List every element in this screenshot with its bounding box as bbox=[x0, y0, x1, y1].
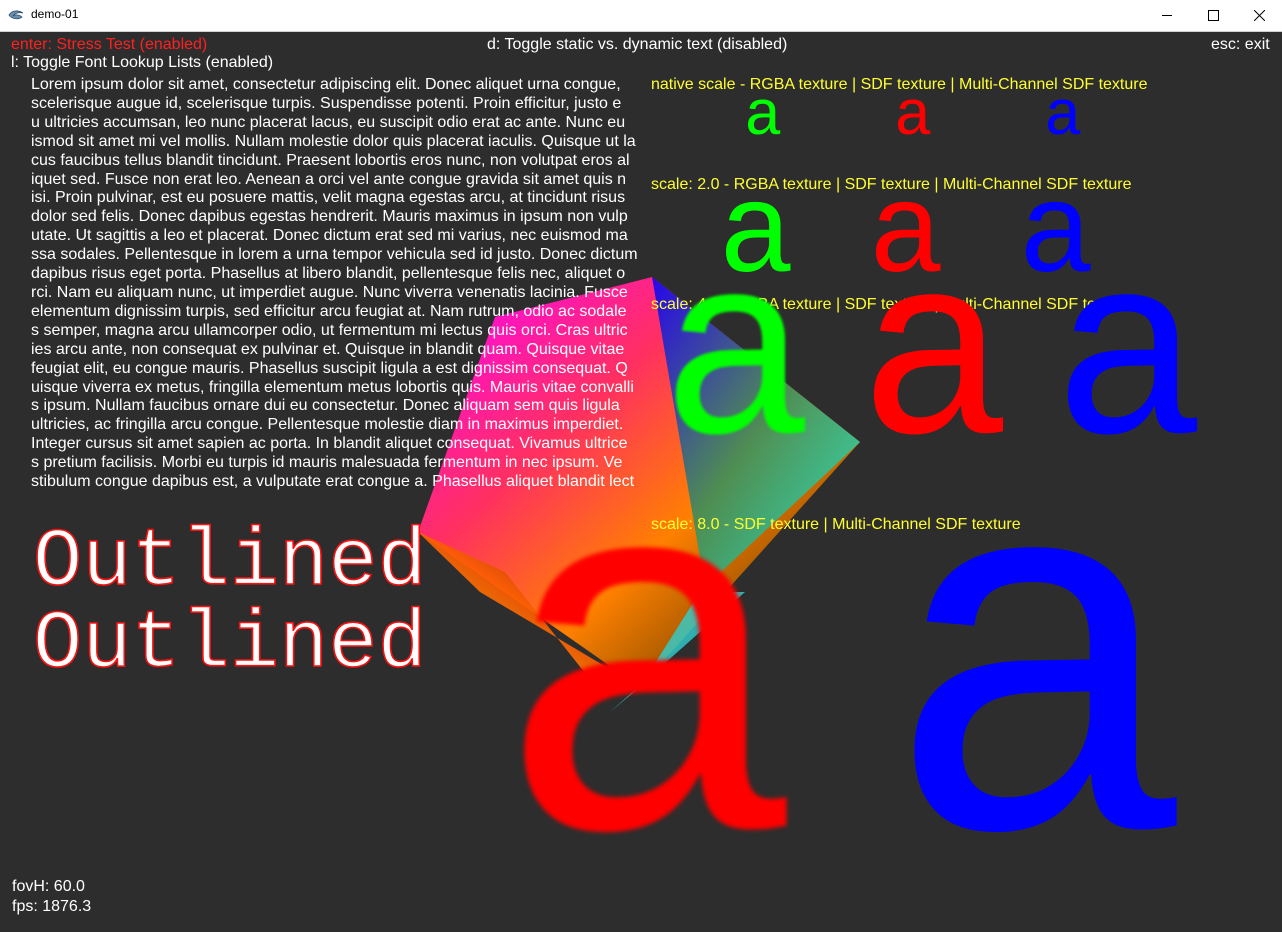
fps-readout: fps: 1876.3 bbox=[12, 898, 92, 915]
lorem-line: isi. Proin pulvinar, est eu posuere matt… bbox=[31, 189, 626, 207]
maximize-icon bbox=[1208, 10, 1219, 21]
lorem-line: elementum dignissim turpis, sed efficitu… bbox=[31, 302, 627, 320]
window-title: demo-01 bbox=[31, 7, 79, 21]
lorem-line: Lorem ipsum dolor sit amet, consectetur … bbox=[31, 76, 621, 93]
lorem-line: ies arcu ante, non consequat ex pulvinar… bbox=[31, 340, 625, 358]
render-canvas[interactable]: enter: Stress Test (enabled) d: Toggle s… bbox=[0, 32, 1282, 932]
lorem-line: dapibus risus eget porta. Phasellus at l… bbox=[31, 265, 626, 283]
lorem-line: iquet sed. Fusce non erat leo. Aenean a … bbox=[31, 170, 627, 188]
minimize-button[interactable] bbox=[1144, 0, 1190, 31]
minimize-icon bbox=[1162, 15, 1172, 16]
lorem-line: scelerisque augue id, scelerisque turpis… bbox=[31, 94, 622, 112]
scale8-msdf-glyph: a bbox=[882, 395, 1195, 932]
close-icon bbox=[1254, 10, 1265, 21]
lorem-line: s semper, magna arcu ullamcorper odio, u… bbox=[31, 321, 628, 339]
lorem-line: u ultricies accumsan, leo nunc placerat … bbox=[31, 113, 626, 131]
lorem-line: ssa sodales. Pellentesque in lorem a urn… bbox=[31, 246, 638, 264]
lorem-line: utate. Ut sagittis a leo et placerat. Do… bbox=[31, 227, 628, 245]
app-icon bbox=[8, 8, 24, 22]
scale8-sdf-glyph: a bbox=[492, 395, 805, 932]
scale-2-label: scale: 2.0 - RGBA texture | SDF texture … bbox=[651, 176, 1132, 193]
lorem-line: cus faucibus tellus blandit tincidunt. P… bbox=[31, 151, 630, 169]
lorem-line: feugiat elit, eu congue mauris. Phasellu… bbox=[31, 359, 628, 377]
lorem-line: ismod sit amet mi vel mollis. Nullam mol… bbox=[31, 132, 636, 150]
maximize-button[interactable] bbox=[1190, 0, 1236, 31]
lorem-line: rci. Nam eu aliquam nunc, ut imperdiet a… bbox=[31, 283, 628, 301]
native-scale-label: native scale - RGBA texture | SDF textur… bbox=[651, 76, 1148, 93]
close-button[interactable] bbox=[1236, 0, 1282, 31]
outlined-text-1: Outlined bbox=[32, 516, 427, 609]
fov-readout: fovH: 60.0 bbox=[12, 878, 85, 895]
outlined-text-2: Outlined bbox=[32, 598, 427, 691]
lorem-line: dolor sed felis. Donec dapibus egestas h… bbox=[31, 208, 628, 226]
window-titlebar[interactable]: demo-01 bbox=[0, 0, 1282, 32]
